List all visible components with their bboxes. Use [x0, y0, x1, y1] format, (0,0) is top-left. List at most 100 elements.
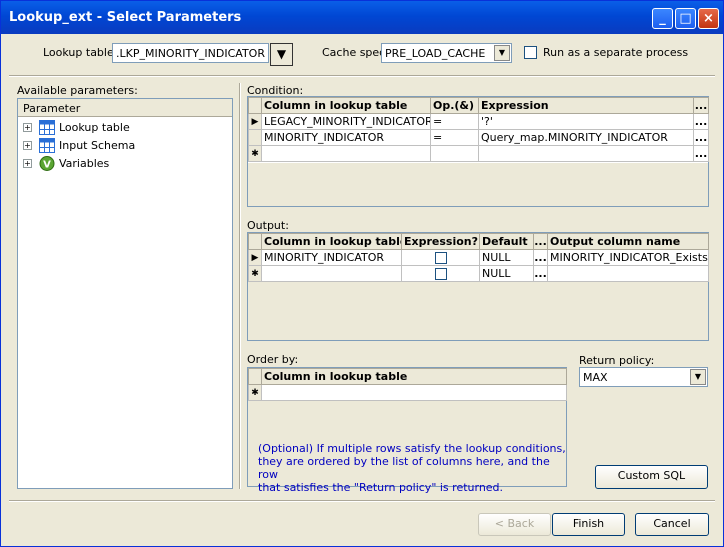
new-row[interactable]: ✱ ...: [248, 145, 709, 162]
column-header[interactable]: Column in lookup table: [261, 97, 431, 114]
parameter-header-label: Parameter: [23, 102, 81, 115]
order-by-grid[interactable]: Column in lookup table ✱ (Optional) If m…: [247, 367, 567, 494]
tree-item-input-schema[interactable]: + Input Schema: [23, 137, 223, 155]
minimize-button[interactable]: _: [652, 8, 673, 29]
cell-output-name[interactable]: MINORITY_INDICATOR_Exists: [547, 249, 709, 266]
minimize-icon: _: [659, 11, 666, 26]
cancel-button[interactable]: Cancel: [635, 513, 709, 536]
parameter-tree[interactable]: Parameter + Lookup table + Input Schema …: [17, 98, 233, 489]
expand-icon[interactable]: +: [23, 159, 32, 168]
cell-expression[interactable]: [478, 145, 694, 162]
ellipsis-button[interactable]: ...: [533, 265, 548, 282]
close-button[interactable]: ×: [698, 8, 719, 29]
table-row[interactable]: ▶ MINORITY_INDICATOR NULL ... MINORITY_I…: [248, 249, 709, 266]
output-label: Output:: [247, 219, 289, 232]
ellipsis-header[interactable]: ...: [533, 233, 548, 250]
cell-expression[interactable]: '?': [478, 113, 694, 130]
finish-button[interactable]: Finish: [552, 513, 625, 536]
cell-column[interactable]: MINORITY_INDICATOR: [261, 129, 431, 146]
top-divider: [9, 75, 715, 77]
tree-item-variables[interactable]: + V Variables: [23, 155, 223, 173]
cell-expression-checkbox[interactable]: [401, 265, 480, 282]
maximize-button[interactable]: □: [675, 8, 696, 29]
column-header[interactable]: Output column name: [547, 233, 709, 250]
column-header[interactable]: Default: [479, 233, 534, 250]
expand-icon[interactable]: +: [23, 141, 32, 150]
separate-process-label: Run as a separate process: [543, 46, 689, 59]
tree-item-label: Lookup table: [59, 121, 130, 134]
chevron-down-icon: ▼: [494, 45, 510, 61]
cell-column[interactable]: [261, 384, 567, 401]
cell-column[interactable]: LEGACY_MINORITY_INDICATOR: [261, 113, 431, 130]
cell-default[interactable]: NULL: [479, 249, 534, 266]
ellipsis-button[interactable]: ...: [693, 97, 709, 114]
ellipsis-button[interactable]: ...: [533, 249, 548, 266]
vertical-divider: [239, 83, 241, 489]
custom-sql-button[interactable]: Custom SQL: [595, 465, 708, 489]
column-header[interactable]: Column in lookup table: [261, 368, 567, 385]
cell-expression-checkbox[interactable]: [401, 249, 480, 266]
new-row-icon: ✱: [248, 145, 262, 162]
current-row-icon: ▶: [248, 113, 262, 130]
maximize-icon: □: [679, 11, 692, 26]
expand-icon[interactable]: +: [23, 123, 32, 132]
ellipsis-button[interactable]: ...: [693, 129, 709, 146]
lookup-table-label: Lookup table:: [43, 46, 118, 59]
cell-operator[interactable]: =: [430, 129, 479, 146]
expression-checkbox[interactable]: [434, 252, 447, 264]
column-header[interactable]: Expression?: [401, 233, 480, 250]
chevron-down-icon: ▼: [690, 369, 706, 385]
cell-expression[interactable]: Query_map.MINORITY_INDICATOR: [478, 129, 694, 146]
ellipsis-button[interactable]: ...: [693, 145, 709, 162]
current-row-icon: ▶: [248, 249, 262, 266]
expression-checkbox[interactable]: [434, 268, 447, 280]
available-parameters-label: Available parameters:: [17, 84, 138, 97]
cell-output-name[interactable]: [547, 265, 709, 282]
note-line: they are ordered by the list of columns …: [258, 455, 550, 481]
tree-item-lookup-table[interactable]: + Lookup table: [23, 119, 223, 137]
separate-process-checkbox[interactable]: [524, 46, 537, 59]
row-selector: [248, 129, 262, 146]
column-header[interactable]: Op.(&): [430, 97, 479, 114]
cell-column[interactable]: [261, 145, 431, 162]
parameter-header: Parameter: [18, 99, 232, 117]
cell-operator[interactable]: [430, 145, 479, 162]
lookup-table-dropdown-button[interactable]: ▼: [270, 43, 293, 66]
condition-grid[interactable]: Column in lookup table Op.(&) Expression…: [247, 96, 709, 207]
order-by-header-row: Column in lookup table: [248, 368, 567, 385]
cell-column[interactable]: MINORITY_INDICATOR: [261, 249, 402, 266]
new-row-icon: ✱: [248, 265, 262, 282]
row-selector-header: [248, 233, 262, 250]
cache-spec-select[interactable]: PRE_LOAD_CACHE ▼: [381, 43, 512, 63]
chevron-down-icon: ▼: [276, 47, 287, 61]
return-policy-value: MAX: [583, 371, 608, 384]
new-row-icon: ✱: [248, 384, 262, 401]
table-row[interactable]: MINORITY_INDICATOR = Query_map.MINORITY_…: [248, 129, 709, 146]
column-header[interactable]: Expression: [478, 97, 694, 114]
return-policy-select[interactable]: MAX ▼: [579, 367, 708, 387]
note-line: that satisfies the "Return policy" is re…: [258, 481, 504, 494]
svg-text:V: V: [43, 160, 51, 171]
cache-spec-value: PRE_LOAD_CACHE: [385, 47, 486, 60]
ellipsis-button[interactable]: ...: [693, 113, 709, 130]
cell-column[interactable]: [261, 265, 402, 282]
table-row[interactable]: ▶ LEGACY_MINORITY_INDICATOR = '?' ...: [248, 113, 709, 130]
new-row[interactable]: ✱: [248, 384, 567, 401]
cell-operator[interactable]: =: [430, 113, 479, 130]
lookup-table-value: .LKP_MINORITY_INDICATOR: [116, 47, 265, 60]
output-grid[interactable]: Column in lookup table Expression? Defau…: [247, 232, 709, 341]
row-selector-header: [248, 97, 262, 114]
return-policy-label: Return policy:: [579, 354, 655, 367]
condition-header-row: Column in lookup table Op.(&) Expression…: [248, 97, 709, 114]
cell-default[interactable]: NULL: [479, 265, 534, 282]
column-header[interactable]: Column in lookup table: [261, 233, 402, 250]
lookup-table-field[interactable]: .LKP_MINORITY_INDICATOR: [112, 43, 269, 63]
close-icon: ×: [703, 11, 714, 26]
bottom-divider: [9, 500, 715, 502]
order-by-note: (Optional) If multiple rows satisfy the …: [258, 442, 566, 494]
new-row[interactable]: ✱ NULL ...: [248, 265, 709, 282]
title-bar[interactable]: Lookup_ext - Select Parameters _ □ ×: [1, 1, 723, 34]
back-button[interactable]: < Back: [478, 513, 551, 536]
order-by-label: Order by:: [247, 353, 299, 366]
table-icon: [39, 138, 55, 153]
